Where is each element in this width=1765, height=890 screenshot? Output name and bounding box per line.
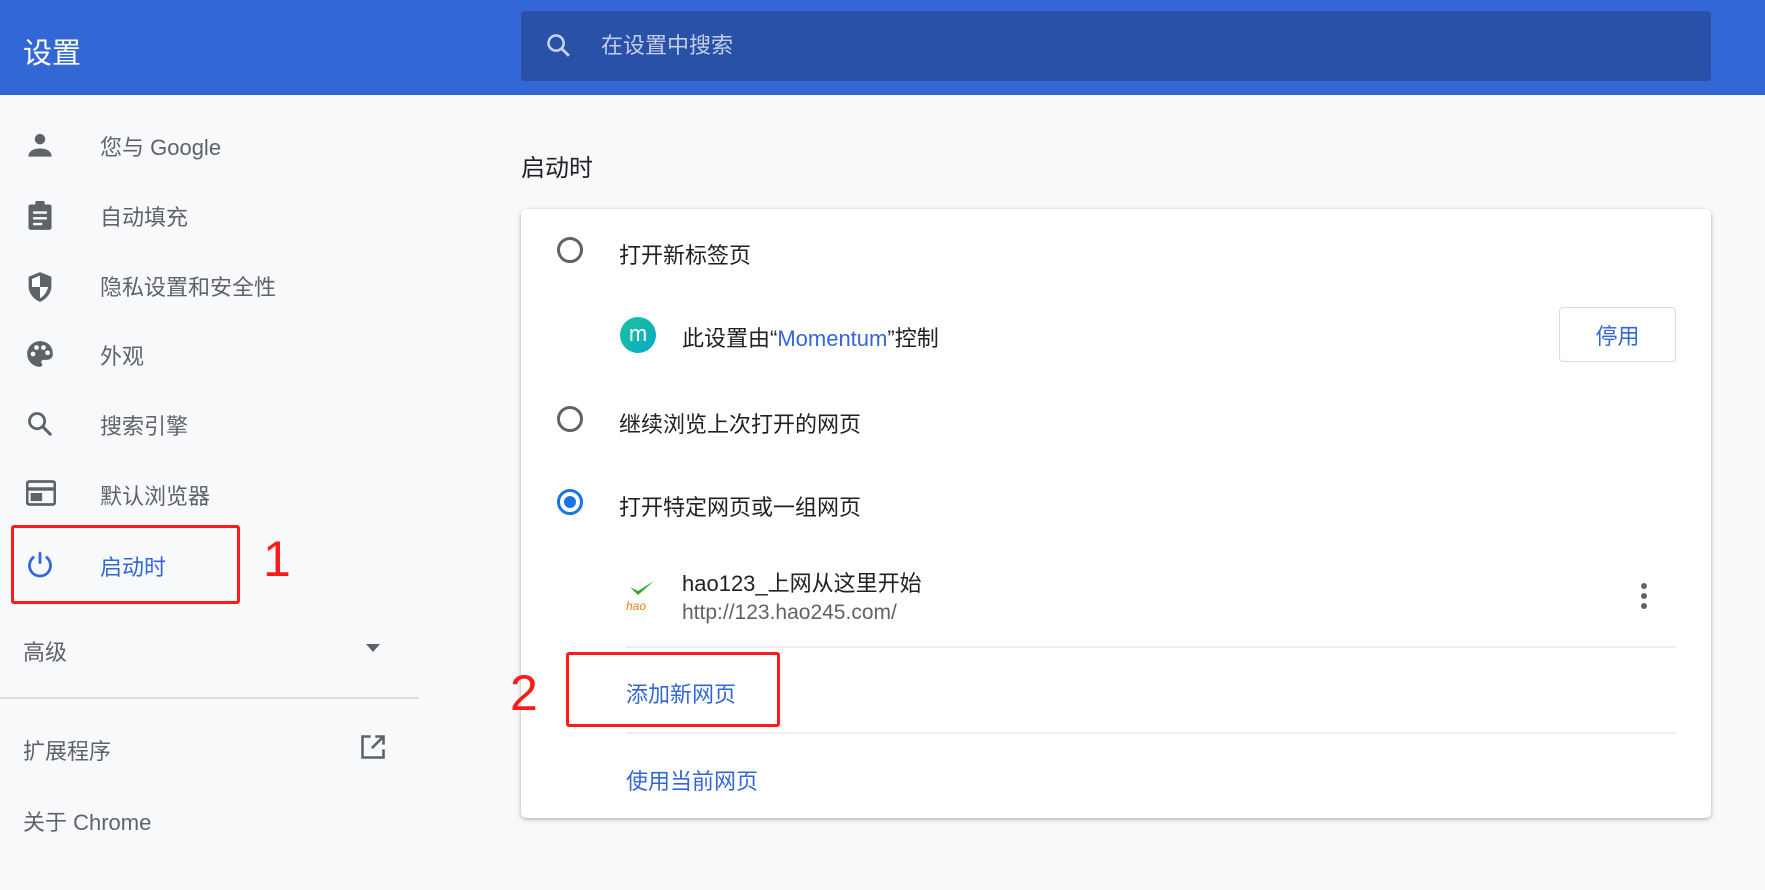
- dropdown-arrow-icon: [366, 644, 380, 652]
- momentum-icon: m: [620, 317, 656, 353]
- browser-icon: [26, 480, 56, 506]
- option-continue[interactable]: 继续浏览上次打开的网页: [521, 386, 1711, 452]
- extension-link[interactable]: Momentum: [777, 326, 887, 351]
- sidebar-item-autofill[interactable]: 自动填充: [0, 179, 419, 249]
- radio-continue[interactable]: [557, 406, 583, 432]
- search-icon: [547, 34, 570, 57]
- about-chrome-link[interactable]: 关于 Chrome: [23, 805, 151, 837]
- sidebar-item-label: 外观: [100, 344, 145, 369]
- sidebar-item-privacy[interactable]: 隐私设置和安全性: [0, 249, 419, 319]
- sidebar-item-label: 隐私设置和安全性: [100, 275, 277, 300]
- sidebar-item-appearance[interactable]: 外观: [0, 318, 419, 388]
- sidebar-item-you-and-google[interactable]: 您与 Google: [0, 109, 419, 179]
- sidebar-item-label: 默认浏览器: [100, 484, 211, 509]
- page-title: 设置: [23, 38, 82, 70]
- disable-extension-button[interactable]: 停用: [1559, 307, 1676, 362]
- annotation-box-1: [11, 525, 240, 604]
- controlled-by-text: 此设置由“Momentum”控制: [682, 321, 939, 353]
- sidebar-item-default-browser[interactable]: 默认浏览器: [0, 458, 419, 528]
- option-label: 打开特定网页或一组网页: [619, 495, 862, 520]
- sidebar-item-label: 搜索引擎: [100, 414, 189, 439]
- radio-new-tab[interactable]: [557, 237, 583, 263]
- sidebar-divider: [0, 697, 419, 699]
- controlled-prefix: 此设置由“: [682, 326, 778, 351]
- shield-icon: [28, 272, 52, 302]
- annotation-box-2: [566, 652, 780, 727]
- divider: [626, 732, 1676, 734]
- page-url: http://123.hao245.com/: [682, 601, 897, 624]
- section-heading: 启动时: [521, 155, 593, 182]
- annotation-number-2: 2: [510, 665, 538, 721]
- check-leaf-icon: [630, 581, 654, 595]
- header: 设置: [0, 0, 1765, 95]
- more-actions-icon[interactable]: [1640, 583, 1648, 609]
- option-label: 打开新标签页: [619, 243, 752, 268]
- page-title: hao123_上网从这里开始: [682, 571, 922, 596]
- option-label: 继续浏览上次打开的网页: [619, 412, 862, 437]
- divider: [626, 646, 1676, 648]
- search-icon: [28, 412, 53, 437]
- person-icon: [28, 133, 52, 157]
- sidebar-item-label: 自动填充: [100, 205, 189, 230]
- option-specific-pages[interactable]: 打开特定网页或一组网页: [521, 469, 1711, 535]
- hao-text: hao: [626, 599, 647, 613]
- sidebar-item-label: 您与 Google: [100, 135, 222, 160]
- advanced-section-toggle[interactable]: 高级: [0, 628, 419, 672]
- advanced-label: 高级: [23, 640, 68, 665]
- controlled-suffix: ”控制: [887, 326, 939, 351]
- external-link-icon: [361, 735, 385, 759]
- palette-icon: [27, 341, 53, 367]
- extensions-link[interactable]: 扩展程序: [0, 727, 419, 771]
- use-current-pages-link[interactable]: 使用当前网页: [626, 764, 758, 796]
- annotation-number-1: 1: [263, 531, 291, 587]
- radio-specific-pages[interactable]: [557, 489, 583, 515]
- hao123-favicon: hao: [626, 581, 658, 613]
- sidebar-item-search-engine[interactable]: 搜索引擎: [0, 388, 419, 458]
- option-new-tab[interactable]: 打开新标签页: [521, 217, 1711, 283]
- extensions-label: 扩展程序: [23, 739, 112, 764]
- clipboard-icon: [28, 201, 52, 230]
- search-input[interactable]: [601, 29, 1501, 63]
- search-box[interactable]: [521, 11, 1711, 81]
